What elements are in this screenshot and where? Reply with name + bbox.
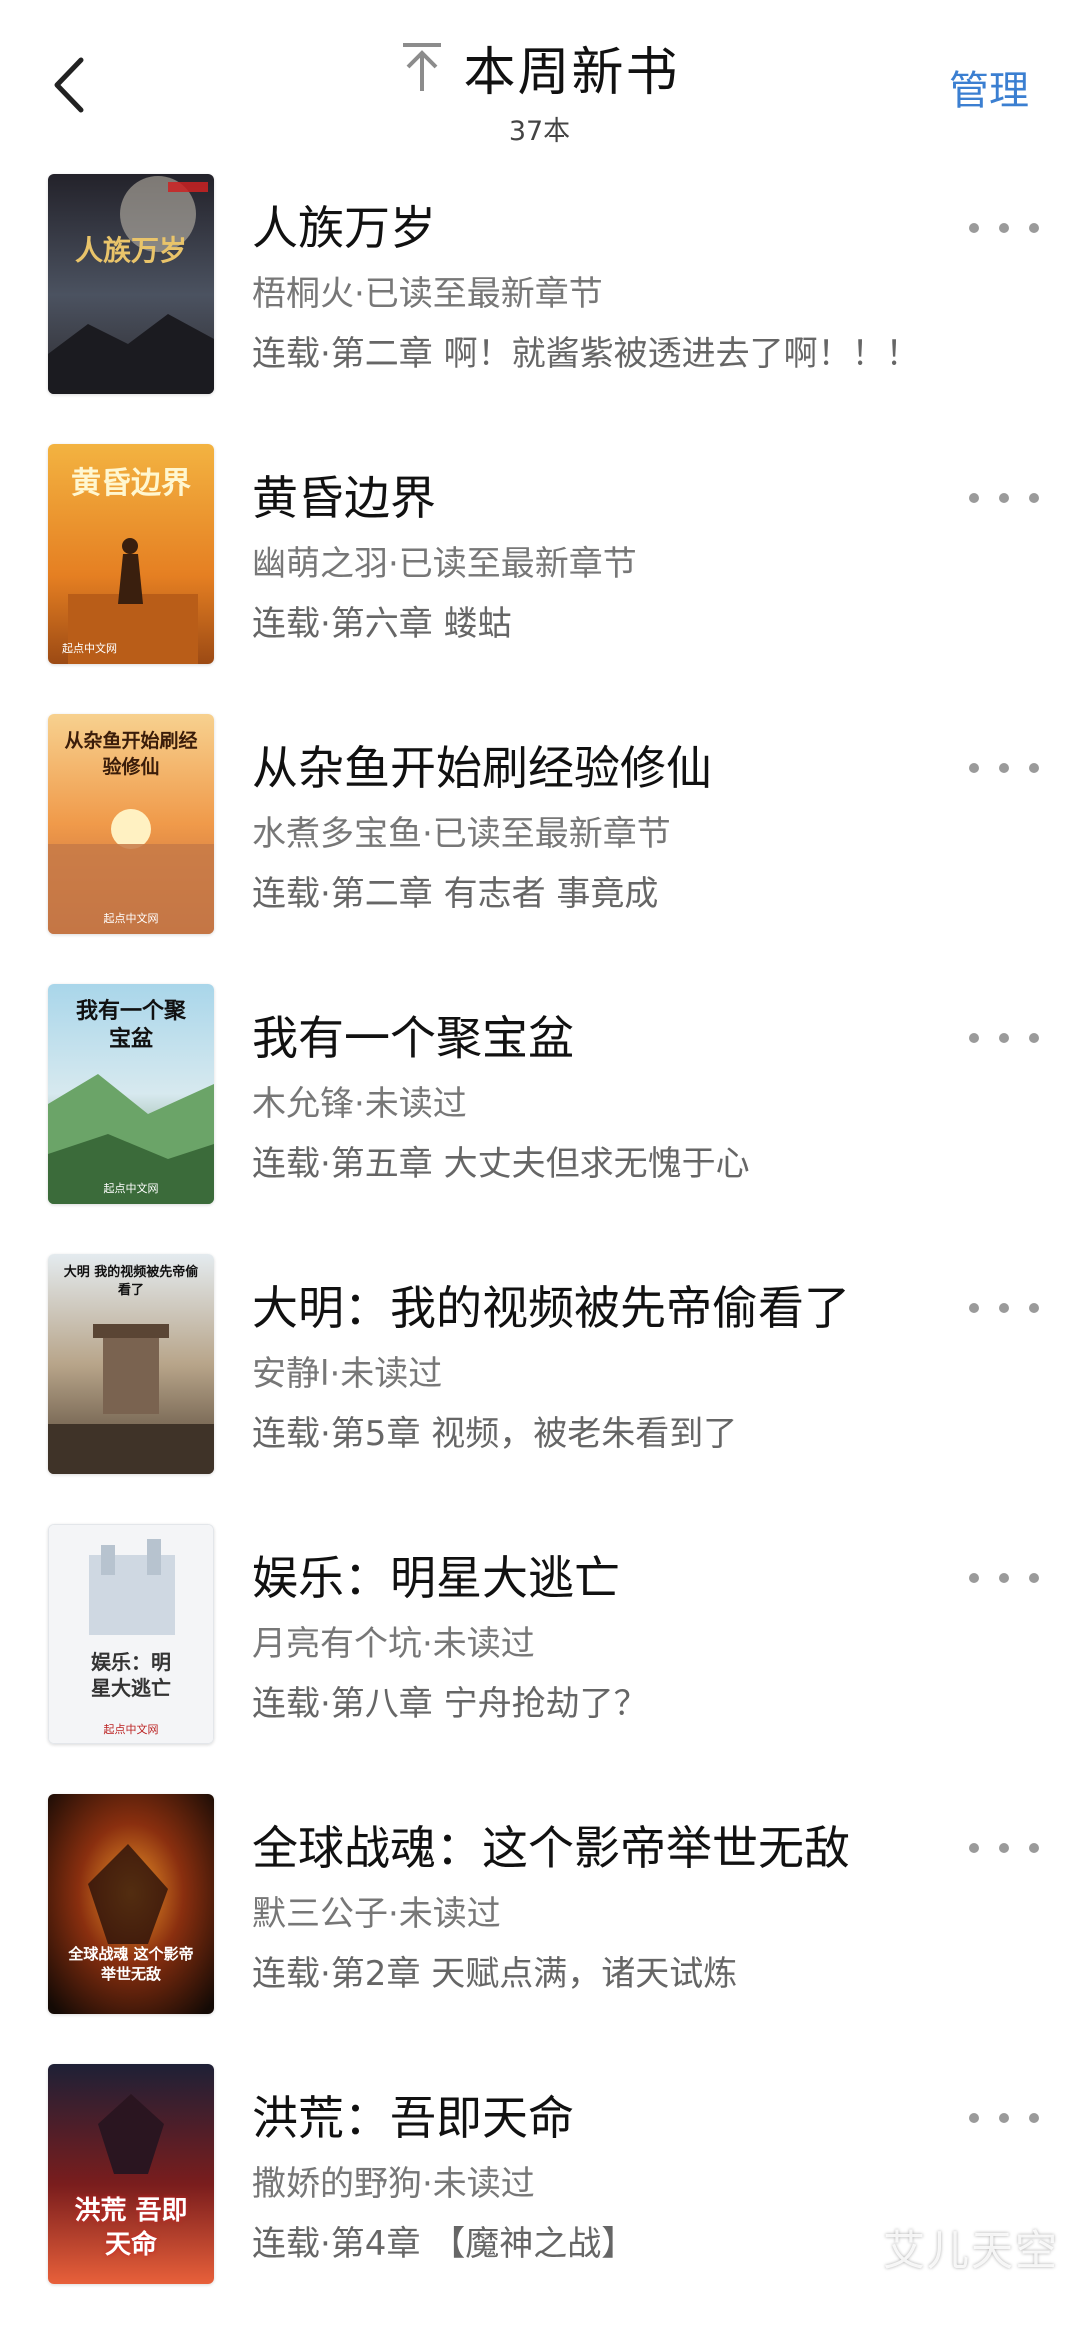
dot-icon xyxy=(969,1843,979,1853)
book-cover[interactable]: 大明 我的视频被先帝偷看了 xyxy=(48,1254,214,1474)
cover-title: 我有一个聚宝盆 xyxy=(75,999,186,1052)
watermark: 艾儿天空 xyxy=(882,2226,1059,2275)
more-button[interactable] xyxy=(969,1018,1039,1058)
dot-icon xyxy=(1029,1303,1039,1313)
book-cover[interactable]: 从杂鱼开始刷经验修仙 起点中文网 xyxy=(48,714,214,934)
book-chapter: 连载·第二章 有志者 事竟成 xyxy=(252,874,659,914)
more-button[interactable] xyxy=(969,1288,1039,1328)
book-meta: 撒娇的野狗·未读过 xyxy=(252,2164,535,2204)
book-cover[interactable]: 人族万岁 xyxy=(48,174,214,394)
dot-icon xyxy=(1029,2113,1039,2123)
book-meta: 木允锋·未读过 xyxy=(252,1084,467,1124)
arrow-up-icon xyxy=(403,42,442,91)
dot-icon xyxy=(999,223,1009,233)
book-chapter: 连载·第2章 天赋点满，诸天试炼 xyxy=(252,1954,738,1994)
dot-icon xyxy=(1029,223,1039,233)
book-title: 人族万岁 xyxy=(252,201,436,255)
dot-icon xyxy=(969,2113,979,2123)
more-button[interactable] xyxy=(969,1558,1039,1598)
book-item[interactable]: 人族万岁 人族万岁 梧桐火·已读至最新章节 连载·第二章 啊！就酱紫被透进去了啊… xyxy=(0,168,1079,438)
book-item[interactable]: 洪荒 吾即天命 洪荒：吾即天命 撒娇的野狗·未读过 连载·第4章 【魔神之战】 xyxy=(0,2058,1079,2328)
more-button[interactable] xyxy=(969,748,1039,788)
book-cover[interactable]: 我有一个聚宝盆 起点中文网 xyxy=(48,984,214,1204)
book-chapter: 连载·第4章 【魔神之战】 xyxy=(252,2224,636,2264)
dot-icon xyxy=(969,223,979,233)
book-item[interactable]: 我有一个聚宝盆 起点中文网 我有一个聚宝盆 木允锋·未读过 连载·第五章 大丈夫… xyxy=(0,978,1079,1248)
book-title: 我有一个聚宝盆 xyxy=(252,1011,574,1065)
top-bar: 本周新书 37本 管理 xyxy=(0,0,1079,160)
book-cover[interactable]: 全球战魂 这个影帝举世无敌 xyxy=(48,1794,214,2014)
book-cover[interactable]: 黄昏边界 起点中文网 xyxy=(48,444,214,664)
book-chapter: 连载·第二章 啊！就酱紫被透进去了啊！！！ xyxy=(252,334,920,374)
manage-button[interactable]: 管理 xyxy=(949,58,1029,116)
book-title: 从杂鱼开始刷经验修仙 xyxy=(252,741,712,795)
dot-icon xyxy=(969,1033,979,1043)
cover-title: 洪荒 吾即天命 xyxy=(74,2196,188,2260)
book-title: 娱乐：明星大逃亡 xyxy=(252,1551,620,1605)
dot-icon xyxy=(1029,1033,1039,1043)
book-meta: 安静l·未读过 xyxy=(252,1354,443,1394)
cover-title: 黄昏边界 xyxy=(71,466,191,501)
book-list: 人族万岁 人族万岁 梧桐火·已读至最新章节 连载·第二章 啊！就酱紫被透进去了啊… xyxy=(0,168,1079,2328)
cover-title: 全球战魂 这个影帝举世无敌 xyxy=(68,1945,194,1983)
dot-icon xyxy=(1029,1843,1039,1853)
dot-icon xyxy=(999,1843,1009,1853)
dot-icon xyxy=(1029,763,1039,773)
book-meta: 默三公子·未读过 xyxy=(252,1894,501,1934)
book-chapter: 连载·第五章 大丈夫但求无愧于心 xyxy=(252,1144,750,1184)
dot-icon xyxy=(1029,1573,1039,1583)
dot-icon xyxy=(999,493,1009,503)
title-block: 本周新书 37本 xyxy=(0,30,1079,148)
book-meta: 幽萌之羽·已读至最新章节 xyxy=(252,544,637,584)
dot-icon xyxy=(969,1303,979,1313)
book-meta: 月亮有个坑·未读过 xyxy=(252,1624,535,1664)
dot-icon xyxy=(969,493,979,503)
cover-title: 从杂鱼开始刷经验修仙 xyxy=(64,730,198,778)
book-item[interactable]: 全球战魂 这个影帝举世无敌 全球战魂：这个影帝举世无敌 默三公子·未读过 连载·… xyxy=(0,1788,1079,2058)
book-item[interactable]: 大明 我的视频被先帝偷看了 大明：我的视频被先帝偷看了 安静l·未读过 连载·第… xyxy=(0,1248,1079,1518)
book-chapter: 连载·第5章 视频，被老朱看到了 xyxy=(252,1414,738,1454)
cover-title: 人族万岁 xyxy=(74,234,187,267)
dot-icon xyxy=(999,763,1009,773)
dot-icon xyxy=(969,763,979,773)
cover-title: 娱乐：明星大逃亡 xyxy=(91,1650,171,1700)
more-button[interactable] xyxy=(969,2098,1039,2138)
more-button[interactable] xyxy=(969,1828,1039,1868)
book-title: 大明：我的视频被先帝偷看了 xyxy=(252,1281,850,1335)
book-chapter: 连载·第六章 蝼蛄 xyxy=(252,604,512,644)
book-title: 全球战魂：这个影帝举世无敌 xyxy=(252,1821,850,1875)
dot-icon xyxy=(999,1303,1009,1313)
page-title: 本周新书 xyxy=(463,43,680,103)
book-item[interactable]: 从杂鱼开始刷经验修仙 起点中文网 从杂鱼开始刷经验修仙 水煮多宝鱼·已读至最新章… xyxy=(0,708,1079,978)
cover-publisher: 起点中文网 xyxy=(103,1182,159,1195)
dot-icon xyxy=(1029,493,1039,503)
book-item[interactable]: 娱乐：明星大逃亡 起点中文网 娱乐：明星大逃亡 月亮有个坑·未读过 连载·第八章… xyxy=(0,1518,1079,1788)
book-cover[interactable]: 洪荒 吾即天命 xyxy=(48,2064,214,2284)
book-count: 37本 xyxy=(508,116,571,147)
dot-icon xyxy=(999,1033,1009,1043)
more-button[interactable] xyxy=(969,478,1039,518)
cover-publisher: 起点中文网 xyxy=(103,1723,159,1736)
book-meta: 梧桐火·已读至最新章节 xyxy=(252,274,603,314)
cover-title: 大明 我的视频被先帝偷看了 xyxy=(63,1265,199,1298)
book-title: 洪荒：吾即天命 xyxy=(252,2091,574,2145)
dot-icon xyxy=(999,1573,1009,1583)
dot-icon xyxy=(999,2113,1009,2123)
cover-publisher: 起点中文网 xyxy=(62,642,117,655)
book-item[interactable]: 黄昏边界 起点中文网 黄昏边界 幽萌之羽·已读至最新章节 连载·第六章 蝼蛄 xyxy=(0,438,1079,708)
book-title: 黄昏边界 xyxy=(252,471,436,525)
book-chapter: 连载·第八章 宁舟抢劫了？ xyxy=(252,1684,648,1724)
book-meta: 水煮多宝鱼·已读至最新章节 xyxy=(252,814,671,854)
cover-publisher: 起点中文网 xyxy=(103,912,159,925)
book-cover[interactable]: 娱乐：明星大逃亡 起点中文网 xyxy=(48,1524,214,1744)
dot-icon xyxy=(969,1573,979,1583)
more-button[interactable] xyxy=(969,208,1039,248)
